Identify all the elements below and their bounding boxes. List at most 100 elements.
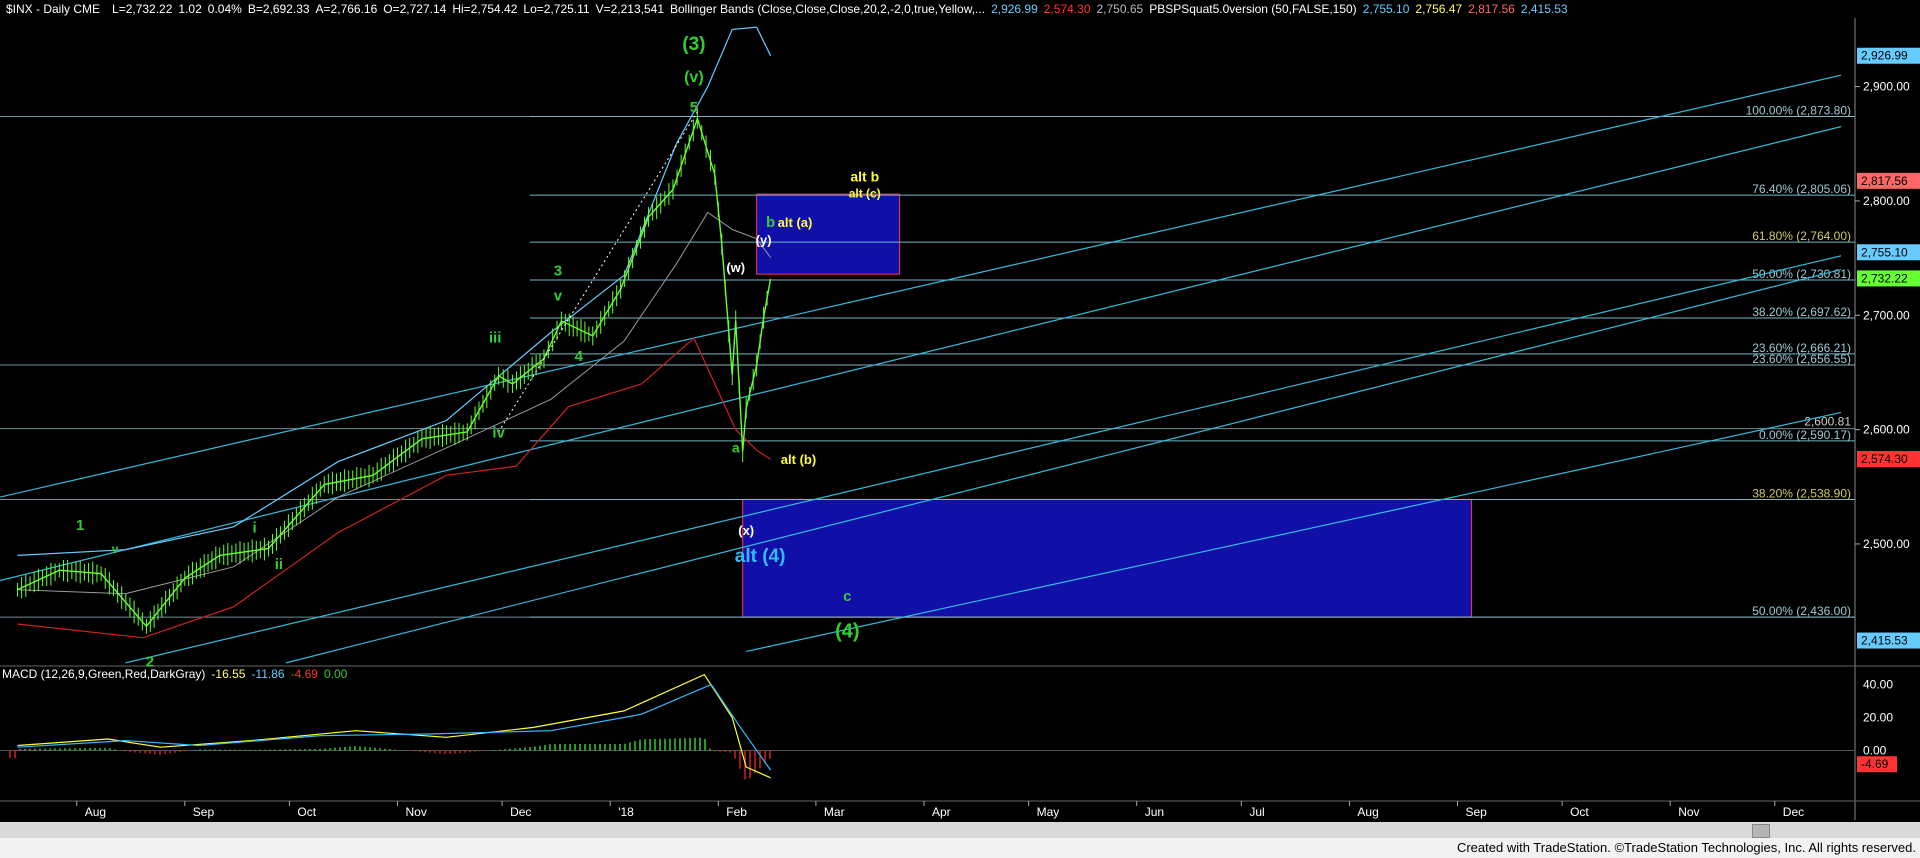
fib-label: 76.40% (2,805.06) xyxy=(1752,182,1851,196)
x-tick-label: Nov xyxy=(406,805,427,819)
y-tick-label: 2,600.00 xyxy=(1863,423,1910,437)
x-tick-label: Sep xyxy=(1466,805,1488,819)
scroll-thumb[interactable] xyxy=(1752,824,1770,838)
header-value: O=2,727.14 xyxy=(383,2,447,16)
wave-label: (4) xyxy=(835,621,859,643)
price-tag-label: 2,755.10 xyxy=(1861,245,1908,259)
x-tick-label: Sep xyxy=(193,805,215,819)
y-tick-label: 2,700.00 xyxy=(1863,308,1910,322)
footer: Created with TradeStation. ©TradeStation… xyxy=(0,838,1920,858)
wave-label: v xyxy=(554,287,563,304)
header-value: 2,926.99 xyxy=(991,2,1038,16)
wave-label: v xyxy=(112,542,119,556)
macd-header: MACD (12,26,9,Green,Red,DarkGray) -16.55-… xyxy=(0,667,347,681)
macd-panel: 40.00 20.00 0.00-4.69 xyxy=(0,673,1897,780)
x-tick-label: Aug xyxy=(1357,805,1378,819)
wave-label: iv xyxy=(492,425,505,442)
x-tick-label: Dec xyxy=(510,805,531,819)
horizontal-scrollbar[interactable] xyxy=(0,822,1920,838)
copyright-text: Created with TradeStation. ©TradeStation… xyxy=(1456,840,1916,855)
macd-header-value: -11.86 xyxy=(251,667,285,681)
x-tick-label: Dec xyxy=(1783,805,1804,819)
fib-label: 0.00% (2,590.17) xyxy=(1759,428,1851,442)
header-value: Bollinger Bands (Close,Close,Close,20,2,… xyxy=(670,2,986,16)
wave-label: (w) xyxy=(726,260,745,275)
symbol-label: $INX - Daily CME xyxy=(6,2,101,16)
fib-label: 100.00% (2,873.80) xyxy=(1746,104,1851,118)
wave-trendline xyxy=(498,111,698,433)
wave-label: (y) xyxy=(756,232,772,247)
header-value: Lo=2,725.11 xyxy=(523,2,590,16)
y-tick-label: 2,800.00 xyxy=(1863,194,1910,208)
x-tick-label: Oct xyxy=(1570,805,1589,819)
wave-label: c xyxy=(843,588,851,605)
macd-header-value: -16.55 xyxy=(211,667,246,681)
macd-header-value: -4.69 xyxy=(290,667,318,681)
header-value: V=2,213,541 xyxy=(595,2,664,16)
header-value: 2,755.10 xyxy=(1362,2,1410,16)
signal-line xyxy=(17,683,772,771)
price-tag-label: 2,926.99 xyxy=(1861,49,1908,63)
wave-label: alt (a) xyxy=(778,215,813,230)
price-tag-label: 2,732.22 xyxy=(1861,271,1908,285)
x-tick-label: Nov xyxy=(1678,805,1699,819)
header-value: 2,574.30 xyxy=(1043,2,1091,16)
wave-label: i xyxy=(252,520,256,537)
wave-label: (3) xyxy=(682,34,705,55)
x-tick-label: Jun xyxy=(1145,805,1164,819)
wave-label: (x) xyxy=(738,523,754,538)
time-axis[interactable]: Aug Sep Oct Nov Dec '18 Feb Mar Apr May Jun Jul Aug S… xyxy=(76,801,1804,819)
header-value: A=2,766.16 xyxy=(315,2,378,16)
x-tick-label: Apr xyxy=(932,805,951,819)
header-value: 2,756.47 xyxy=(1415,2,1463,16)
fib-label: 23.60% (2,656.55) xyxy=(1752,352,1851,366)
header-value: 2,750.65 xyxy=(1096,2,1144,16)
chart-header: $INX - Daily CME L=2,732.22 1.02 0.04% B=2,6… xyxy=(0,0,1920,18)
price-tag-label: 2,415.53 xyxy=(1861,634,1908,648)
macd-tag-label: -4.69 xyxy=(1861,757,1889,771)
wave-label: alt b xyxy=(850,169,879,185)
x-tick-label: May xyxy=(1037,805,1060,819)
header-value: 1.02 xyxy=(178,2,202,16)
wave-label: (v) xyxy=(684,69,704,86)
header-value: 2,415.53 xyxy=(1520,2,1568,16)
header-values: L=2,732.22 1.02 0.04% B=2,692.33 A=2,766.16 O… xyxy=(106,2,1568,16)
wave-label: 1 xyxy=(76,517,84,534)
fib-label: 61.80% (2,764.00) xyxy=(1752,229,1851,243)
x-tick-label: Aug xyxy=(85,805,106,819)
fib-label: 38.20% (2,697.62) xyxy=(1752,305,1851,319)
price-axis[interactable]: 2,900.00 2,800.00 2,700.00 2,600.00 2,500.00… xyxy=(1855,47,1920,649)
wave-label: a xyxy=(732,439,740,455)
header-value: Hi=2,754.42 xyxy=(452,2,518,16)
price-chart[interactable]: 100.00% (2,873.80) 76.40% (2,805.06) 61.80… xyxy=(0,0,1920,858)
wave-label: alt (b) xyxy=(781,452,816,467)
channel-line xyxy=(0,74,1842,498)
main-plot-area xyxy=(0,18,1920,820)
fib-label: 50.00% (2,436.00) xyxy=(1752,604,1851,618)
x-tick-label: Oct xyxy=(297,805,316,819)
header-value: 0.04% xyxy=(207,2,242,16)
header-value: L=2,732.22 xyxy=(112,2,173,16)
wave-label: b xyxy=(766,214,775,231)
y-tick-label: 2,900.00 xyxy=(1863,80,1910,94)
macd-tick-label: 0.00 xyxy=(1863,744,1887,758)
x-tick-label: '18 xyxy=(618,805,634,819)
macd-header-value: 0.00 xyxy=(323,667,348,681)
wave-label: 5 xyxy=(690,99,698,116)
price-series xyxy=(16,108,772,634)
wave-label: 4 xyxy=(575,348,584,365)
price-tag-label: 2,817.56 xyxy=(1861,174,1908,188)
y-tick-label: 2,500.00 xyxy=(1863,537,1910,551)
target-boxes xyxy=(742,193,1472,618)
macd-line xyxy=(17,673,771,779)
macd-tick-label: 20.00 xyxy=(1863,711,1893,725)
header-value: B=2,692.33 xyxy=(247,2,310,16)
header-value: 2,817.56 xyxy=(1468,2,1515,16)
wave-label: 3 xyxy=(554,262,562,279)
wave-label: iii xyxy=(489,330,502,347)
bollinger-bands xyxy=(17,26,772,639)
header-value: PBSPSquat5.0version (50,FALSE,150) xyxy=(1149,2,1357,16)
x-tick-label: Feb xyxy=(726,805,747,819)
wave-label: ii xyxy=(275,556,283,573)
x-tick-label: Jul xyxy=(1249,805,1264,819)
